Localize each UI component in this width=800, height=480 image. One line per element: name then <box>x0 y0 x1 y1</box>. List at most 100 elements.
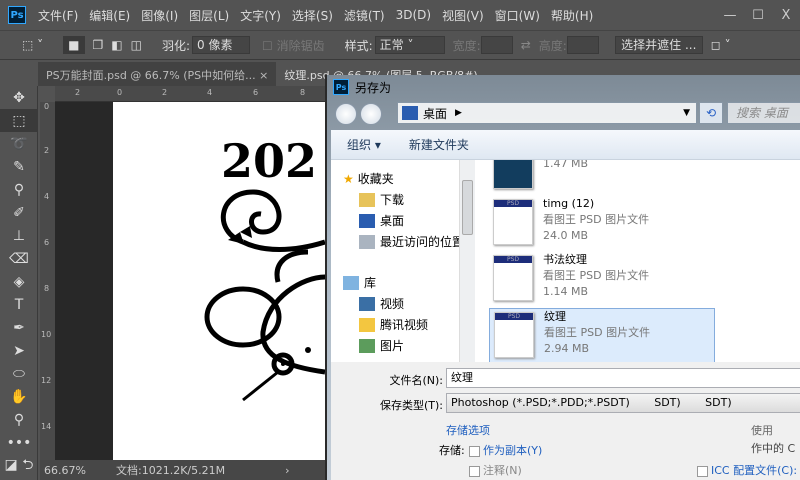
zoom-level[interactable]: 66.67% <box>44 464 112 477</box>
tab-document-1[interactable]: PS万能封面.psd @ 66.7% (PS中如何给... × <box>38 62 276 86</box>
ellipse-tool-icon[interactable]: ⬭ <box>0 362 38 385</box>
breadcrumb-arrow-icon[interactable]: ▶ <box>455 108 462 118</box>
ruler-tick: 0 <box>117 88 123 97</box>
file-type: 看图王 PSD 图片文件 <box>543 213 650 226</box>
nav-recent[interactable]: 最近访问的位置 <box>331 231 476 252</box>
address-bar[interactable]: 桌面 ▶ ▼ <box>397 102 697 124</box>
filetype-select[interactable]: Photoshop (*.PSD;*.PDD;*.PSDT) SDT) SDT) <box>446 393 800 413</box>
scrollbar-thumb[interactable] <box>462 180 473 235</box>
ruler-tick: 4 <box>207 88 213 97</box>
nav-label: 收藏夹 <box>357 172 394 186</box>
file-thumbnail: PSD <box>493 199 533 245</box>
more-tools-icon[interactable]: ••• <box>0 431 38 454</box>
menu-filter[interactable]: 滤镜(T) <box>344 7 385 24</box>
nav-library[interactable]: 库 <box>331 272 476 293</box>
file-item[interactable]: PSD 书法纹理 看图王 PSD 图片文件 1.14 MB <box>489 252 715 307</box>
status-expand-icon[interactable]: › <box>285 464 289 477</box>
swap-icon[interactable]: ⇄ <box>521 38 531 52</box>
hand-tool-icon[interactable]: ✋ <box>0 385 38 408</box>
as-copy-label: 作为副本(Y) <box>483 444 543 457</box>
menu-layer[interactable]: 图层(L) <box>189 7 229 24</box>
file-size: 1.14 MB <box>543 285 589 298</box>
subtract-selection-icon[interactable]: ◧ <box>111 38 122 52</box>
paint-bucket-icon[interactable]: ◈ <box>0 270 38 293</box>
quick-select-tool-icon[interactable]: ✎ <box>0 155 38 178</box>
color-swap-icon[interactable]: ◪ ⮌ <box>0 454 38 477</box>
nav-scrollbar[interactable] <box>459 160 475 362</box>
file-item[interactable]: 看图王 PSD 图片文件1.47 MB <box>489 160 715 195</box>
intersect-selection-icon[interactable]: ◫ <box>131 38 142 52</box>
menu-file[interactable]: 文件(F) <box>38 7 78 24</box>
file-size: 24.0 MB <box>543 229 589 242</box>
nav-label: 下载 <box>380 193 405 207</box>
maximize-button[interactable]: ☐ <box>744 8 772 23</box>
move-tool-icon[interactable]: ✥ <box>0 86 38 109</box>
nav-videos[interactable]: 视频 <box>331 293 476 314</box>
refresh-button[interactable]: ⟲ <box>699 102 723 124</box>
search-input[interactable]: 搜索 桌面 <box>727 102 800 124</box>
document-size: 文档:1021.2K/5.21M <box>116 464 226 477</box>
style-value: 正常 <box>379 38 404 52</box>
width-input[interactable] <box>480 36 513 54</box>
desktop-icon <box>359 213 375 228</box>
menu-select[interactable]: 选择(S) <box>292 7 333 24</box>
menu-window[interactable]: 窗口(W) <box>495 7 540 24</box>
file-item[interactable]: PSD timg (12) 看图王 PSD 图片文件 24.0 MB <box>489 196 715 251</box>
file-item-selected[interactable]: PSD 纹理 看图王 PSD 图片文件 2.94 MB <box>489 308 715 362</box>
file-size: 2.94 MB <box>544 342 590 355</box>
nav-tencent-video[interactable]: 腾讯视频 <box>331 314 476 335</box>
type-tool-icon[interactable]: T <box>0 293 38 316</box>
eraser-tool-icon[interactable]: ⌫ <box>0 247 38 270</box>
menu-edit[interactable]: 编辑(E) <box>89 7 130 24</box>
marquee-tool-icon[interactable]: ⬚ <box>0 109 38 132</box>
menu-view[interactable]: 视图(V) <box>442 7 484 24</box>
address-dropdown-icon[interactable]: ▼ <box>683 108 690 118</box>
menu-help[interactable]: 帮助(H) <box>551 7 593 24</box>
forward-button[interactable] <box>360 103 382 125</box>
save-label: 存储: <box>439 444 465 457</box>
antialias-checkbox[interactable]: ☐ 消除锯齿 <box>262 37 325 54</box>
status-bar: 66.67% 文档:1021.2K/5.21M › <box>40 460 325 480</box>
close-tab-icon[interactable]: × <box>259 69 268 82</box>
save-as-dialog: Ps 另存为 桌面 ▶ ▼ ⟲ 搜索 桌面 组织 ▾ 新建文件夹 ★ 收藏夹 下载… <box>325 75 800 480</box>
nav-pictures[interactable]: 图片 <box>331 335 476 356</box>
notes-checkbox[interactable]: 注释(N) <box>469 462 522 478</box>
ruler-tick: 10 <box>41 330 52 339</box>
lasso-tool-icon[interactable]: ➰ <box>0 132 38 155</box>
menu-3d[interactable]: 3D(D) <box>396 8 431 22</box>
zoom-tool-icon[interactable]: ⚲ <box>0 408 38 431</box>
save-options-link[interactable]: 存储选项 <box>446 422 490 438</box>
style-select[interactable]: 正常 ˅ <box>374 36 445 54</box>
new-selection-icon[interactable]: ■ <box>63 36 85 54</box>
menu-image[interactable]: 图像(I) <box>141 7 178 24</box>
icc-checkbox[interactable]: ICC 配置文件(C): <box>697 462 797 478</box>
minimize-button[interactable]: — <box>716 8 744 23</box>
close-button[interactable]: X <box>772 8 800 23</box>
menu-type[interactable]: 文字(Y) <box>240 7 281 24</box>
ruler-tick: 4 <box>44 192 50 201</box>
path-select-icon[interactable]: ➤ <box>0 339 38 362</box>
nav-desktop[interactable]: 桌面 <box>331 210 476 231</box>
clone-stamp-icon[interactable]: ⊥ <box>0 224 38 247</box>
as-copy-checkbox[interactable]: 作为副本(Y) <box>469 442 542 458</box>
document-canvas[interactable]: 202 <box>113 102 325 460</box>
download-folder-icon <box>359 192 375 207</box>
feather-input[interactable]: 0 像素 <box>192 36 250 54</box>
ruler-tick: 6 <box>44 238 50 247</box>
nav-favorites[interactable]: ★ 收藏夹 <box>331 168 476 189</box>
back-button[interactable] <box>335 103 357 125</box>
marquee-preset-icon[interactable]: ⬚ ˅ <box>22 38 43 52</box>
add-selection-icon[interactable]: ❐ <box>93 38 104 52</box>
nav-downloads[interactable]: 下载 <box>331 189 476 210</box>
height-input[interactable] <box>566 36 599 54</box>
eyedropper-tool-icon[interactable]: ⚲ <box>0 178 38 201</box>
panel-icon[interactable]: ◻ ˅ <box>711 38 731 52</box>
new-folder-button[interactable]: 新建文件夹 <box>409 136 469 153</box>
file-list: 看图王 PSD 图片文件1.47 MB PSD timg (12)看图王 PSD… <box>481 160 800 362</box>
pasteboard <box>55 102 113 460</box>
healing-brush-icon[interactable]: ✐ <box>0 201 38 224</box>
select-and-mask-button[interactable]: 选择并遮住 ... <box>614 36 703 54</box>
filename-input[interactable]: 纹理 <box>446 368 800 388</box>
organize-button[interactable]: 组织 ▾ <box>347 136 381 153</box>
pen-tool-icon[interactable]: ✒ <box>0 316 38 339</box>
